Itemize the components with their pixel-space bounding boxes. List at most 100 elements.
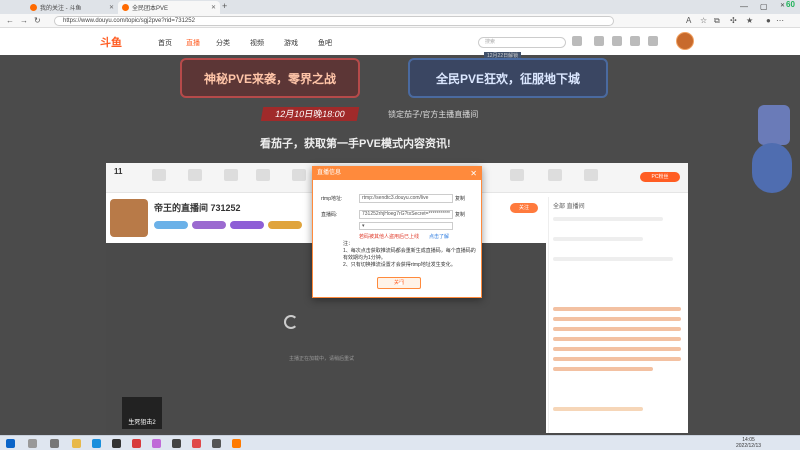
app-icon[interactable] (192, 439, 201, 448)
stream-info-dialog: 直播信息 ✕ rtmp地址: rtmp://sendtc3.douyu.com/… (312, 166, 482, 298)
follow-button[interactable]: 关注 (510, 203, 538, 213)
close-icon[interactable]: ✕ (211, 4, 216, 11)
search-input[interactable]: 搜索 (478, 37, 566, 48)
close-icon[interactable]: ✕ (470, 167, 477, 180)
maximize-icon[interactable]: ▢ (760, 2, 768, 11)
nav-video[interactable]: 视频 (250, 38, 264, 48)
nav-category[interactable]: 分类 (216, 38, 230, 48)
side-ad-top[interactable] (758, 105, 790, 145)
extensions-icon[interactable]: ✣ (730, 16, 737, 25)
nav-live[interactable]: 直播 (186, 38, 200, 48)
message-icon[interactable] (648, 36, 658, 46)
app-icon[interactable] (132, 439, 141, 448)
windows-taskbar: 14:05 2022/12/13 (0, 435, 800, 450)
douyu-logo[interactable]: 斗鱼 (100, 34, 122, 50)
close-icon[interactable]: ✕ (109, 4, 114, 11)
search-icon[interactable] (572, 36, 582, 46)
system-clock[interactable]: 14:05 2022/12/13 (736, 437, 761, 449)
chat-line (553, 337, 681, 341)
tool-icon[interactable] (584, 169, 598, 181)
chat-line (553, 217, 663, 221)
start-icon[interactable] (6, 439, 15, 448)
file-explorer-icon[interactable] (72, 439, 81, 448)
url-input[interactable]: https://www.douyu.com/topic/sgj2pve?rid=… (54, 16, 614, 26)
app-icon[interactable] (172, 439, 181, 448)
rank-badge (268, 221, 302, 229)
note-line: 注： (343, 241, 354, 247)
learn-more-link[interactable]: 点击了解 (429, 233, 449, 240)
app-icon[interactable] (212, 439, 221, 448)
user-avatar[interactable] (676, 32, 694, 50)
tool-icon[interactable] (224, 169, 238, 181)
new-tab-icon[interactable]: + (222, 1, 227, 11)
edge-icon[interactable] (92, 439, 101, 448)
collections-icon[interactable]: ⧉ (714, 16, 720, 26)
level-number: 11 (114, 167, 123, 176)
tool-icon[interactable] (510, 169, 524, 181)
chat-panel: 全部 直播间 (548, 197, 688, 433)
forward-icon[interactable]: → (20, 16, 28, 25)
tab-pve-topic[interactable]: 全民团本PVE ✕ (118, 1, 220, 14)
app-icon[interactable] (112, 439, 121, 448)
app-icon[interactable] (152, 439, 161, 448)
stream-selector[interactable]: ▾ (359, 222, 453, 230)
chat-line (553, 407, 643, 411)
chat-header[interactable]: 全部 直播间 (553, 201, 585, 210)
fps-badge: 60 (786, 0, 795, 9)
tool-icon[interactable] (548, 169, 562, 181)
copy-code-button[interactable]: 复制 (455, 211, 465, 218)
douyu-favicon-icon (122, 4, 129, 11)
address-bar-row: ← → ↻ https://www.douyu.com/topic/sgj2pv… (0, 14, 800, 28)
streamer-title: 帝王的直播间 731252 (154, 203, 241, 213)
chat-line (553, 317, 681, 321)
window-close-icon[interactable]: ✕ (780, 2, 785, 9)
banner-left: 神秘PVE来袭，零界之战 (180, 58, 360, 98)
code-field[interactable]: 731252rhjHoeg7rG?txSecret=*********** (359, 210, 453, 219)
warning-text: 若码被其他人盗用后已上线 (359, 234, 420, 240)
note-line: 2、只有切换推流设置才会获得rtmp地址发生变化。 (343, 262, 456, 268)
nav-home[interactable]: 首页 (158, 38, 172, 48)
minimize-icon[interactable]: — (740, 2, 748, 11)
dialog-title: 直播信息 (317, 170, 342, 176)
site-header: 斗鱼 首页 直播 分类 视频 游戏 鱼吧 搜索 (0, 28, 800, 55)
douyu-favicon-icon (30, 4, 37, 11)
chat-line (553, 237, 643, 241)
more-icon[interactable]: ⋯ (776, 16, 784, 25)
follow-icon[interactable] (612, 36, 622, 46)
tool-icon[interactable] (256, 169, 270, 181)
tab-title: 我的关注 - 斗鱼 (40, 6, 82, 12)
nav-games[interactable]: 游戏 (284, 38, 298, 48)
read-aloud-icon[interactable]: A (686, 16, 691, 25)
copy-rtmp-button[interactable]: 复制 (455, 195, 465, 202)
rank-badge (230, 221, 264, 229)
chat-line (553, 307, 681, 311)
favorites-bar-icon[interactable]: ★ (746, 16, 753, 25)
level-badge (154, 221, 188, 229)
search-icon[interactable] (28, 439, 37, 448)
dialog-notes: 注： 1、每次点击获取推流码都会重新生成直播码，每个直播码的有效期均为1分钟。 … (343, 241, 477, 269)
streamer-avatar[interactable] (110, 199, 148, 237)
dialog-header: 直播信息 ✕ (313, 167, 481, 180)
banner-right: 全民PVE狂欢，征服地下城 (408, 58, 608, 98)
rtmp-field[interactable]: rtmp://sendtc3.douyu.com/live (359, 194, 453, 203)
task-view-icon[interactable] (50, 439, 59, 448)
tool-icon[interactable] (152, 169, 166, 181)
app-icon[interactable] (232, 439, 241, 448)
download-icon[interactable] (630, 36, 640, 46)
loading-spinner-icon (284, 315, 298, 329)
tool-icon[interactable] (292, 169, 306, 181)
event-date: 12月10日晚18:00 (260, 107, 360, 121)
tool-icon[interactable] (188, 169, 202, 181)
refresh-icon[interactable]: ↻ (34, 16, 41, 25)
history-icon[interactable] (594, 36, 604, 46)
chat-line (553, 257, 673, 261)
rank-badge (192, 221, 226, 229)
profile-icon[interactable]: ● (766, 16, 771, 25)
nav-fishbar[interactable]: 鱼吧 (318, 38, 332, 48)
headline: 看茄子，获取第一手PVE模式内容资讯! (260, 138, 451, 150)
pc-fans-button[interactable]: PC粉丝 (640, 172, 680, 182)
favorites-icon[interactable]: ☆ (700, 16, 707, 25)
tab-my-follows[interactable]: 我的关注 - 斗鱼 ✕ (26, 1, 118, 14)
back-icon[interactable]: ← (6, 16, 14, 25)
side-ad-bottom[interactable] (752, 143, 792, 193)
